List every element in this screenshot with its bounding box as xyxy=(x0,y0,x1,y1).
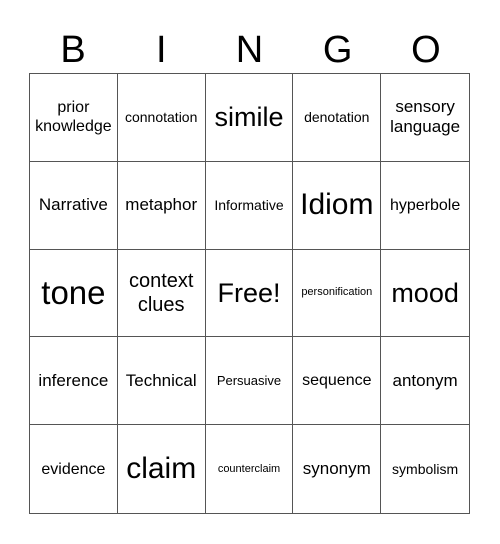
bingo-cell: antonym xyxy=(381,337,469,426)
bingo-cell: symbolism xyxy=(392,460,459,477)
free-space: Free! xyxy=(205,249,294,338)
bingo-cell: evidence xyxy=(30,425,118,513)
bingo-cell: claim xyxy=(118,425,206,513)
bingo-cell: hyperbole xyxy=(381,162,469,250)
bingo-grid: prior knowledge connotation simile denot… xyxy=(29,73,470,514)
bingo-cell: Narrative xyxy=(30,161,118,250)
bingo-cell: prior knowledge xyxy=(30,74,118,162)
bingo-cell: personification xyxy=(293,249,382,338)
bingo-cell: Idiom xyxy=(293,161,382,250)
bingo-cell: Persuasive xyxy=(205,337,294,426)
bingo-cell: inference xyxy=(30,337,118,426)
bingo-cell: metaphor xyxy=(117,161,206,250)
header-letter-o: O xyxy=(411,29,441,71)
bingo-cell: context clues xyxy=(117,249,206,338)
header-letter-g: G xyxy=(322,29,353,71)
bingo-cell: counterclaim xyxy=(206,425,294,513)
bingo-cell: simile xyxy=(205,74,294,162)
header-letter-b: B xyxy=(60,29,86,71)
bingo-cell: denotation xyxy=(293,74,382,162)
bingo-cell: tone xyxy=(30,249,118,338)
bingo-cell: synonym xyxy=(293,425,382,513)
bingo-header: B I N G O xyxy=(29,27,470,73)
bingo-cell: Technical xyxy=(117,337,206,426)
bingo-cell: sensory language xyxy=(381,74,469,162)
header-letter-i: I xyxy=(156,29,167,71)
bingo-cell: mood xyxy=(381,250,469,338)
bingo-cell: connotation xyxy=(117,74,206,162)
header-letter-n: N xyxy=(235,29,264,71)
bingo-cell: Informative xyxy=(205,161,294,250)
bingo-cell: sequence xyxy=(293,337,382,426)
